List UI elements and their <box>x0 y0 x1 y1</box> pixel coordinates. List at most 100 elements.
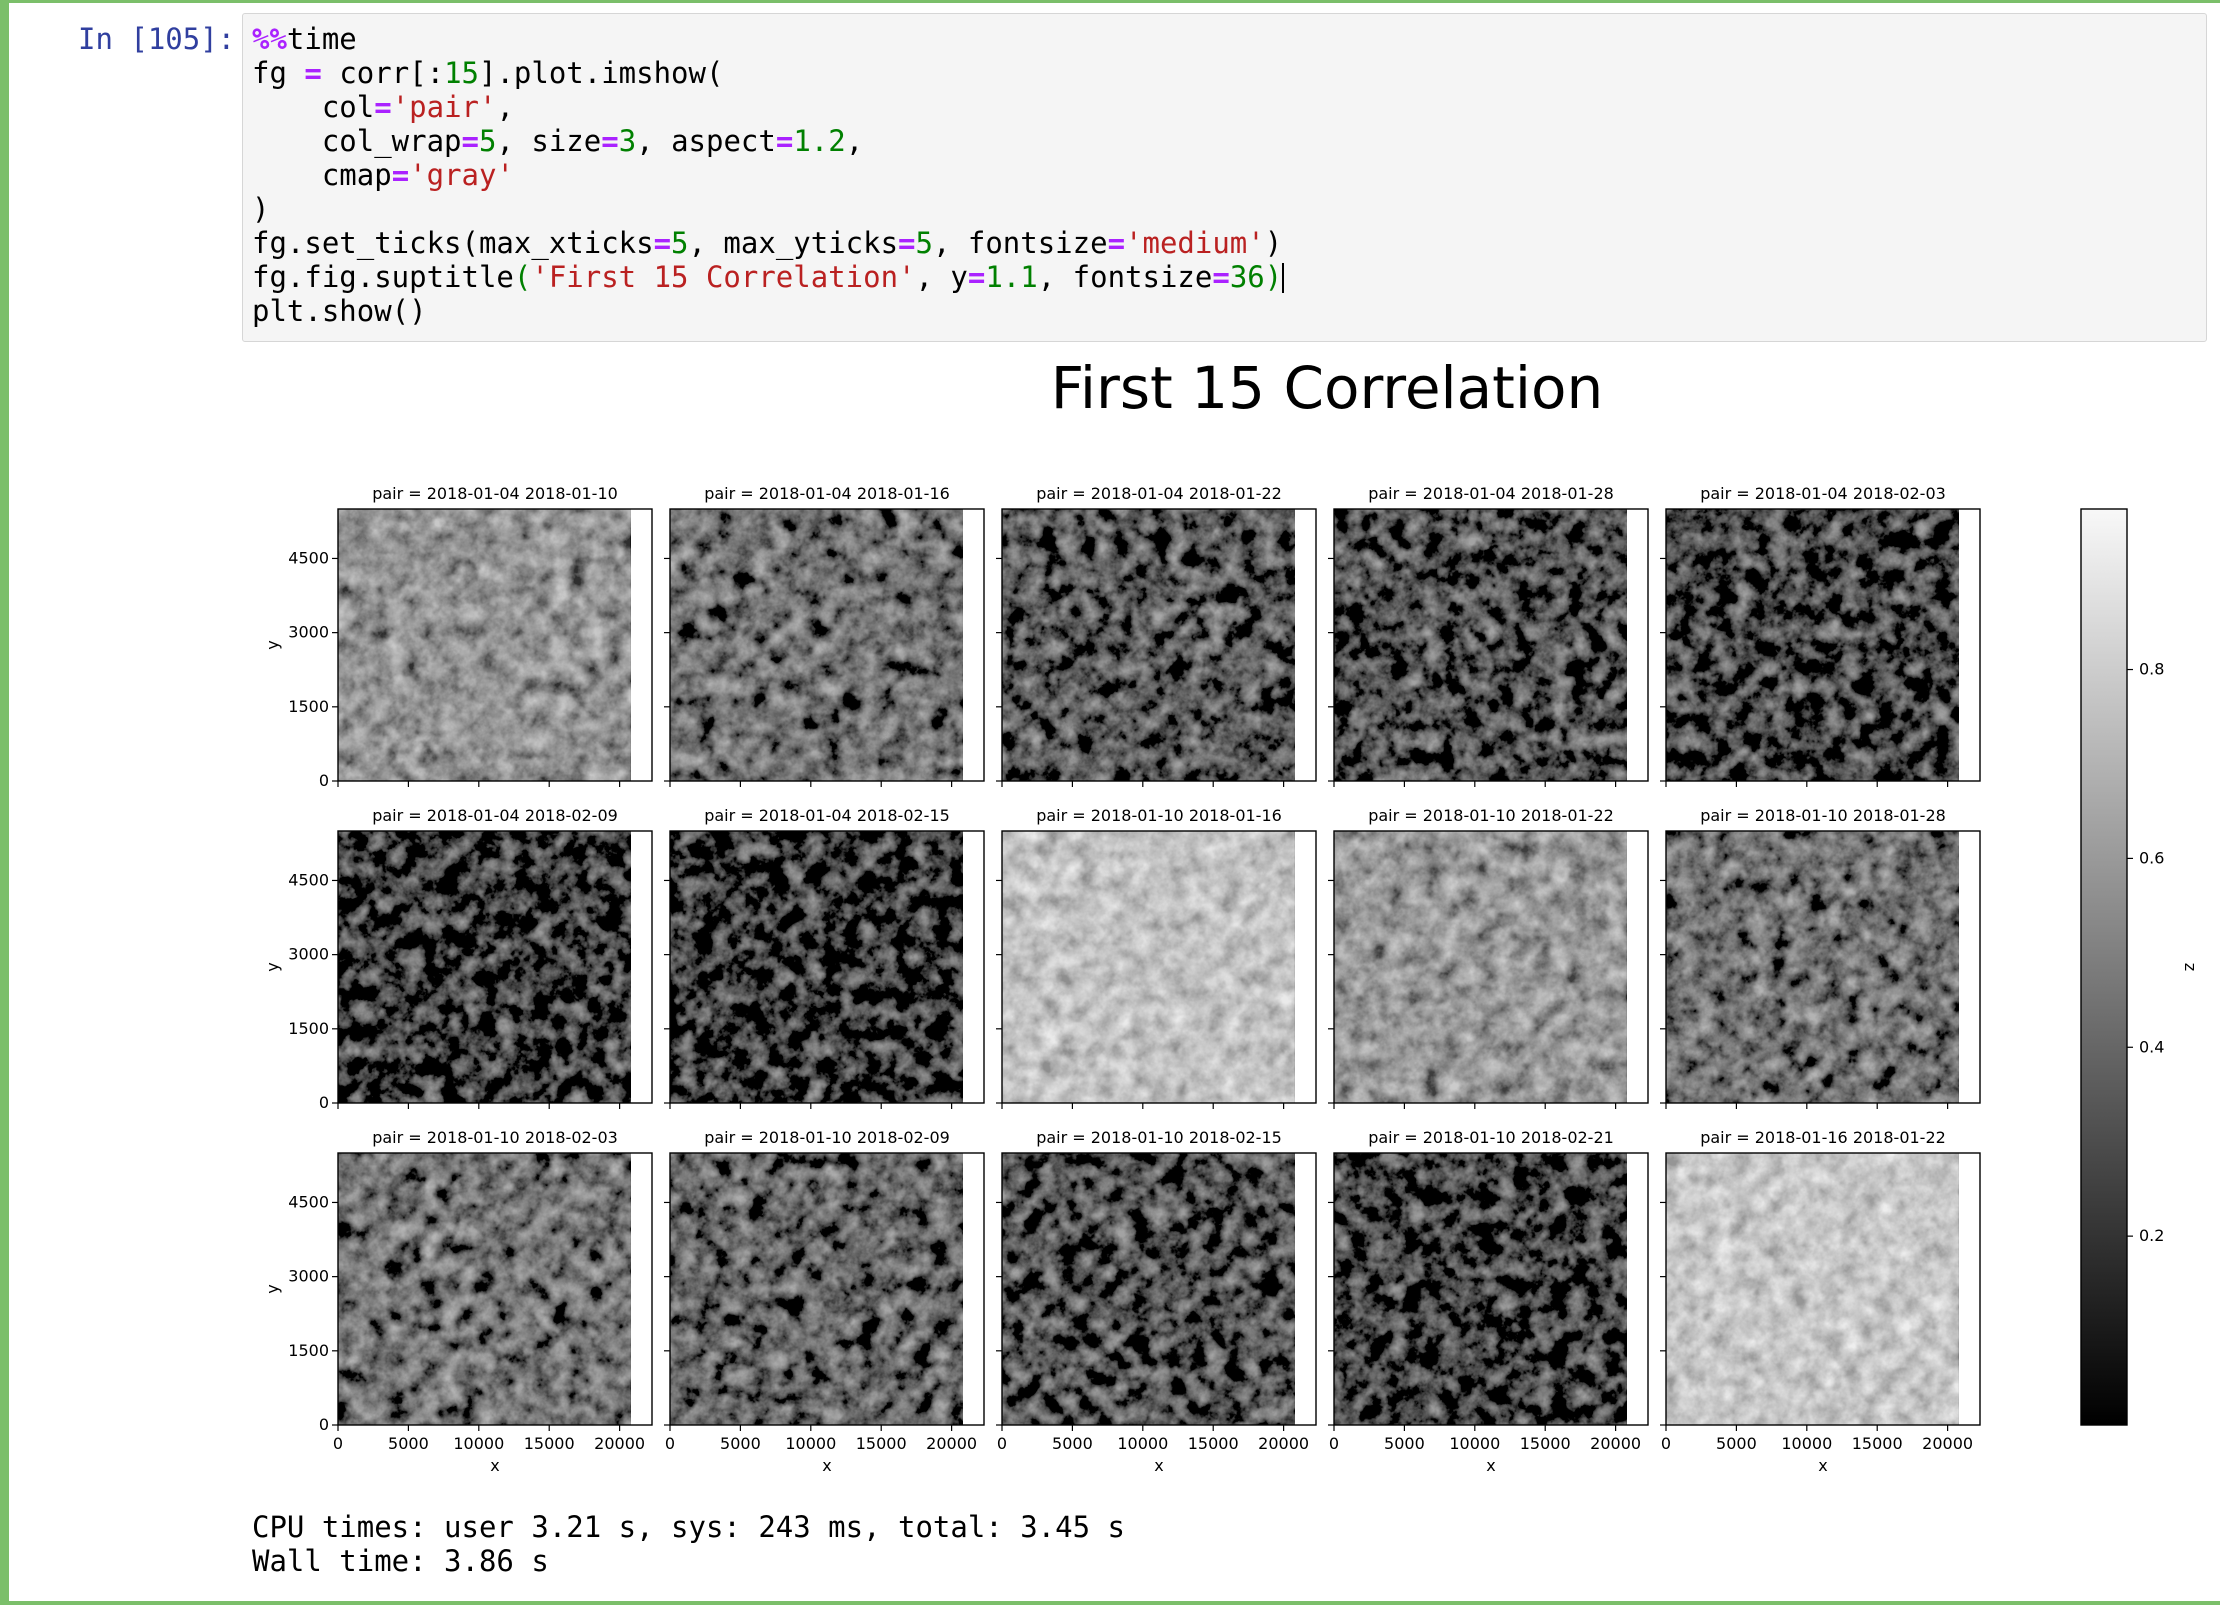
y-axis-label: y <box>263 640 282 649</box>
x-axis-label: x <box>490 1456 499 1475</box>
x-tick-label: 0 <box>1329 1434 1339 1453</box>
x-tick-label: 0 <box>997 1434 1007 1453</box>
facet-panel: pair = 2018-01-10 2018-02-03 0 1500 3000 450… <box>263 1128 653 1475</box>
code-line: col_wrap=5, size=3, aspect=1.2, <box>252 124 863 158</box>
y-tick-label: 0 <box>319 771 329 790</box>
correlation-image <box>338 509 631 781</box>
x-axis-label: x <box>1486 1456 1495 1475</box>
code-line: plt.show() <box>252 294 427 328</box>
panel-title: pair = 2018-01-10 2018-02-21 <box>1368 1128 1614 1147</box>
code-token: 5 <box>478 124 497 158</box>
code-token: = <box>898 226 916 260</box>
x-tick-label: 15000 <box>1188 1434 1239 1453</box>
correlation-image <box>1666 831 1959 1103</box>
x-axis-label: x <box>822 1456 831 1475</box>
x-tick-label: 10000 <box>1117 1434 1168 1453</box>
x-tick-label: 5000 <box>388 1434 429 1453</box>
y-tick-label: 3000 <box>288 623 329 642</box>
facet-panel: pair = 2018-01-10 2018-01-16 <box>996 806 1317 1109</box>
x-tick-label: 0 <box>1661 1434 1671 1453</box>
input-prompt: In [105]: <box>78 22 236 56</box>
code-token: plt.show() <box>252 294 427 328</box>
code-token: , size <box>496 124 602 158</box>
facet-panel: pair = 2018-01-16 2018-01-22 0 5000 10000 15… <box>1660 1128 1981 1475</box>
facet-grid-figure: First 15 Correlation pair = 2018-01-04 2… <box>263 354 2200 1475</box>
panel-title: pair = 2018-01-04 2018-01-22 <box>1036 484 1282 503</box>
code-token: , fontsize <box>1037 260 1213 294</box>
wall-time-line: Wall time: 3.86 s <box>252 1544 549 1578</box>
code-token: ) <box>1264 260 1283 294</box>
y-tick-label: 1500 <box>288 1019 329 1038</box>
panel-title: pair = 2018-01-10 2018-02-03 <box>372 1128 618 1147</box>
code-token: 1.1 <box>985 260 1038 294</box>
code-token: 'medium' <box>1125 226 1265 260</box>
text-cursor <box>1282 263 1285 293</box>
code-token: 36 <box>1229 260 1265 294</box>
facet-panel: pair = 2018-01-04 2018-01-10 0 1500 3000 450… <box>263 484 653 790</box>
facet-panel: pair = 2018-01-04 2018-01-22 <box>996 484 1317 787</box>
x-tick-label: 20000 <box>594 1434 645 1453</box>
panel-title: pair = 2018-01-04 2018-02-03 <box>1700 484 1946 503</box>
code-token: = <box>967 260 986 294</box>
correlation-image <box>1666 509 1959 781</box>
code-line: %%time <box>252 22 357 56</box>
x-tick-label: 20000 <box>926 1434 977 1453</box>
code-token: , <box>845 124 864 158</box>
code-token: ) <box>252 192 270 226</box>
code-token: , max_yticks <box>688 226 899 260</box>
code-token: 'pair' <box>391 90 497 124</box>
x-tick-label: 0 <box>333 1434 343 1453</box>
panel-title: pair = 2018-01-04 2018-02-15 <box>704 806 950 825</box>
code-token: col_wrap <box>252 124 462 158</box>
code-token: = <box>304 56 322 90</box>
x-tick-label: 15000 <box>524 1434 575 1453</box>
facet-panel: pair = 2018-01-04 2018-02-15 <box>664 806 985 1109</box>
correlation-image <box>1002 509 1295 781</box>
correlation-image <box>1666 1153 1959 1425</box>
colorbar-tick-label: 0.6 <box>2139 848 2164 867</box>
x-tick-label: 5000 <box>720 1434 761 1453</box>
code-token: = <box>1212 260 1230 294</box>
code-line: fg.fig.suptitle('First 15 Correlation', … <box>252 260 1285 294</box>
y-tick-label: 0 <box>319 1415 329 1434</box>
y-tick-label: 4500 <box>288 870 329 889</box>
x-tick-label: 10000 <box>1781 1434 1832 1453</box>
code-token: 5 <box>915 226 933 260</box>
x-tick-label: 20000 <box>1590 1434 1641 1453</box>
x-tick-label: 5000 <box>1716 1434 1757 1453</box>
code-token: 1.2 <box>793 124 846 158</box>
panel-title: pair = 2018-01-16 2018-01-22 <box>1700 1128 1946 1147</box>
y-axis-label: y <box>263 962 282 971</box>
code-token: = <box>601 124 619 158</box>
correlation-image <box>338 831 631 1103</box>
facet-panel: pair = 2018-01-10 2018-01-28 <box>1660 806 1981 1109</box>
code-token: , y <box>915 260 968 294</box>
y-tick-label: 1500 <box>288 1341 329 1360</box>
code-token: cmap <box>252 158 392 192</box>
code-token: ].plot.imshow( <box>479 56 724 90</box>
code-token: , aspect <box>636 124 776 158</box>
x-axis-label: x <box>1818 1456 1827 1475</box>
panel-title: pair = 2018-01-10 2018-01-16 <box>1036 806 1282 825</box>
code-token: fg <box>252 56 305 90</box>
y-tick-label: 1500 <box>288 697 329 716</box>
code-text[interactable]: %%time fg = corr[:15].plot.imshow( col='… <box>252 22 1285 328</box>
x-tick-label: 20000 <box>1258 1434 1309 1453</box>
code-token: = <box>775 124 794 158</box>
correlation-image <box>1002 831 1295 1103</box>
code-token: 3 <box>618 124 637 158</box>
cell-top-border <box>0 0 2220 3</box>
code-token: ) <box>1264 226 1283 260</box>
correlation-image <box>1334 509 1627 781</box>
code-token: = <box>374 90 392 124</box>
code-line: fg.set_ticks(max_xticks=5, max_yticks=5,… <box>252 226 1282 260</box>
panel-title: pair = 2018-01-10 2018-02-15 <box>1036 1128 1282 1147</box>
code-token: fg.set_ticks(max_xticks <box>252 226 654 260</box>
x-axis-label: x <box>1154 1456 1163 1475</box>
cell-output: CPU times: user 3.21 s, sys: 243 ms, tot… <box>252 1510 1125 1578</box>
code-token: = <box>1107 226 1126 260</box>
x-tick-label: 5000 <box>1052 1434 1093 1453</box>
facet-panel: pair = 2018-01-10 2018-02-15 0 5000 10000 15… <box>996 1128 1317 1475</box>
facet-panel: pair = 2018-01-04 2018-01-16 <box>664 484 985 787</box>
cell-bottom-border <box>0 1601 2220 1605</box>
